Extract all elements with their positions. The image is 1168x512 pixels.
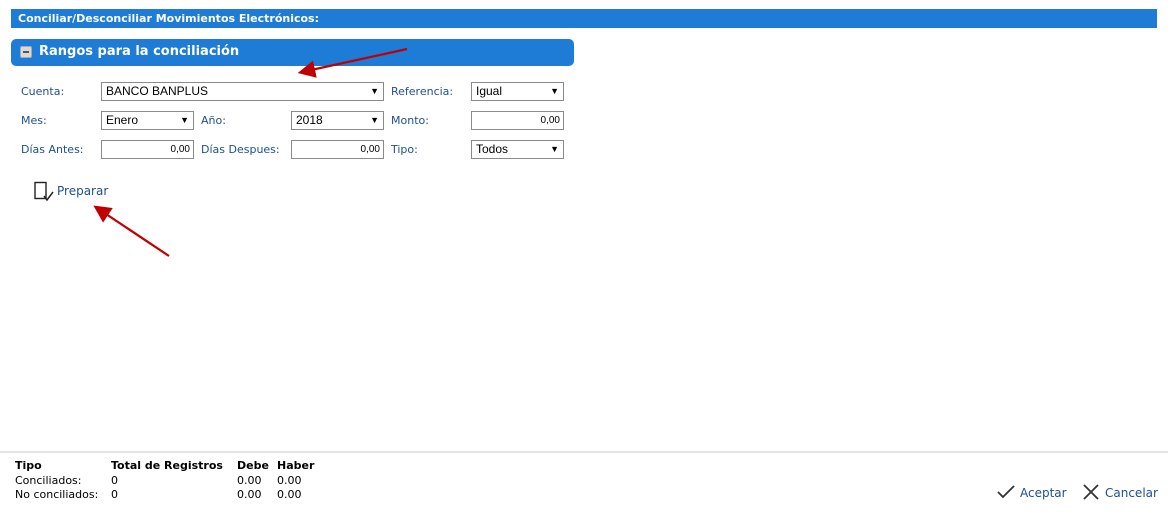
- chevron-down-icon: ▼: [370, 115, 379, 125]
- mes-value: Enero: [106, 113, 139, 127]
- monto-input[interactable]: 0,00: [471, 111, 564, 130]
- cuenta-select[interactable]: BANCO BANPLUS ▼: [101, 82, 384, 101]
- cancelar-label: Cancelar: [1105, 486, 1158, 500]
- annotation-arrows: [93, 47, 408, 257]
- summary-row-haber: 0.00: [277, 488, 302, 501]
- mes-label: Mes:: [21, 114, 47, 127]
- referencia-select[interactable]: Igual ▼: [471, 82, 564, 101]
- collapse-icon[interactable]: [20, 46, 32, 58]
- cancelar-button[interactable]: Cancelar: [1083, 484, 1159, 502]
- close-icon: [1083, 484, 1099, 500]
- document-check-icon[interactable]: [33, 181, 55, 203]
- summary-row-debe: 0.00: [237, 488, 262, 501]
- mes-select[interactable]: Enero ▼: [101, 111, 194, 130]
- annotation-arrow-bottom: [93, 205, 170, 257]
- summary-header-total: Total de Registros: [111, 459, 223, 472]
- dias-antes-input[interactable]: 0,00: [101, 140, 194, 159]
- summary-row-debe: 0.00: [237, 474, 262, 487]
- window-title: Conciliar/Desconciliar Movimientos Elect…: [11, 9, 1157, 28]
- summary-row-tipo: Conciliados:: [15, 474, 82, 487]
- section-header[interactable]: Rangos para la conciliación: [11, 39, 574, 66]
- aceptar-label: Aceptar: [1020, 486, 1067, 500]
- chevron-down-icon: ▼: [550, 144, 559, 154]
- tipo-label: Tipo:: [391, 143, 418, 156]
- cuenta-label: Cuenta:: [21, 85, 65, 98]
- footer-divider: [0, 451, 1168, 453]
- tipo-value: Todos: [476, 142, 509, 156]
- monto-label: Monto:: [391, 114, 429, 127]
- cuenta-value: BANCO BANPLUS: [106, 84, 209, 98]
- summary-row-total: 0: [111, 488, 118, 501]
- anio-select[interactable]: 2018 ▼: [291, 111, 384, 130]
- dias-despues-label: Días Despues:: [201, 143, 280, 156]
- preparar-button[interactable]: Preparar: [57, 184, 108, 198]
- section-title: Rangos para la conciliación: [39, 44, 240, 59]
- tipo-select[interactable]: Todos ▼: [471, 140, 564, 159]
- referencia-label: Referencia:: [391, 85, 454, 98]
- summary-row-total: 0: [111, 474, 118, 487]
- summary-header-debe: Debe: [237, 459, 269, 472]
- summary-row-tipo: No conciliados:: [15, 488, 99, 501]
- chevron-down-icon: ▼: [180, 115, 189, 125]
- aceptar-button[interactable]: Aceptar: [997, 484, 1069, 502]
- anio-label: Año:: [201, 114, 226, 127]
- summary-header-haber: Haber: [277, 459, 315, 472]
- summary-row-haber: 0.00: [277, 474, 302, 487]
- dias-despues-input[interactable]: 0,00: [291, 140, 384, 159]
- summary-header-tipo: Tipo: [15, 459, 42, 472]
- referencia-value: Igual: [476, 84, 503, 98]
- anio-value: 2018: [296, 113, 323, 127]
- chevron-down-icon: ▼: [550, 86, 559, 96]
- check-icon: [997, 485, 1015, 499]
- dias-antes-label: Días Antes:: [21, 143, 84, 156]
- chevron-down-icon: ▼: [370, 86, 379, 96]
